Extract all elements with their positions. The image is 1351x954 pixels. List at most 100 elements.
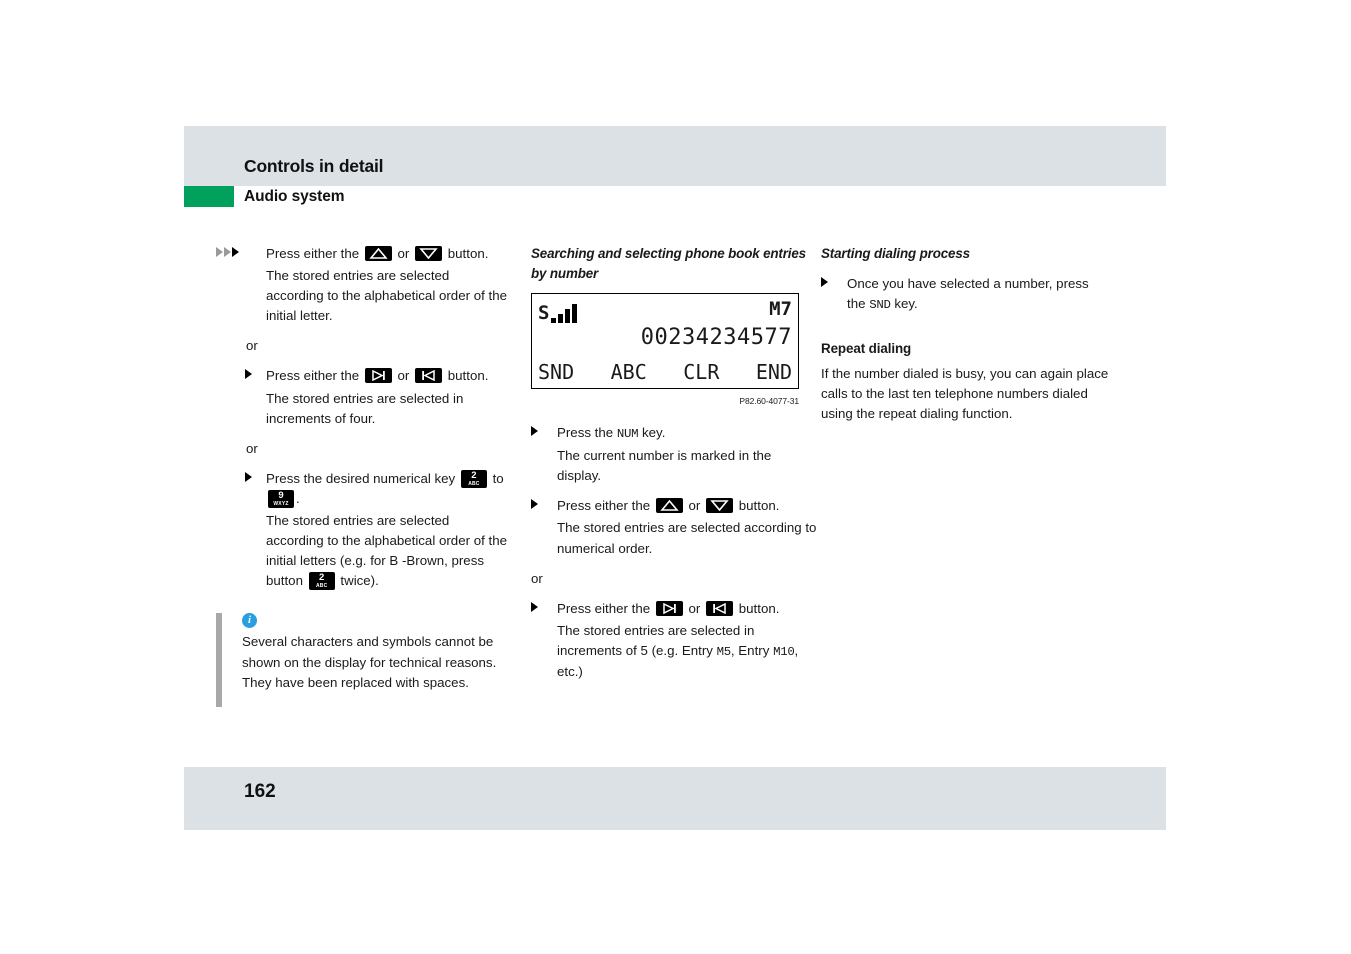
step-press-numeric-key: Press the desired numerical key 2 ABC to … xyxy=(216,469,508,509)
step-text-part-b: key. xyxy=(894,295,918,311)
numeric-key-2-icon[interactable]: 2 ABC xyxy=(308,572,335,591)
lcd-softkey-clr[interactable]: CLR xyxy=(683,360,719,384)
skip-forward-button-icon[interactable] xyxy=(655,600,683,616)
step-press-num-key: Press the NUM key. xyxy=(531,423,819,444)
chevron-solid-icon xyxy=(821,276,828,287)
step-text: Press the NUM key. xyxy=(557,423,819,444)
lcd-softkey-row: SND ABC CLR END xyxy=(538,360,792,384)
step-text: Press either the or button. xyxy=(557,496,819,516)
arrow-up-button-icon[interactable] xyxy=(655,498,683,514)
lcd-signal-letter: S xyxy=(538,302,550,324)
lcd-softkey-send[interactable]: SND xyxy=(538,360,574,384)
signal-bar-1-icon xyxy=(551,318,557,323)
numeric-key-digit: 2 xyxy=(319,572,325,584)
step-text: Press either the or button. xyxy=(266,244,508,264)
num-key-label: NUM xyxy=(616,427,639,442)
step-text-part-b: or xyxy=(688,600,701,616)
page-title: Controls in detail xyxy=(244,156,384,176)
entry-m5-label: M5 xyxy=(716,644,732,659)
lcd-signal-strength: S xyxy=(538,299,578,324)
step-text-part-a: Press either the xyxy=(557,600,651,616)
repeat-dialing-paragraph: If the number dialed is busy, you can ag… xyxy=(821,366,1109,422)
step-result-increments-four: The stored entries are selected in incre… xyxy=(266,390,464,426)
note-text: Several characters and symbols cannot be… xyxy=(242,634,497,690)
step-text-part-b: to xyxy=(492,470,504,486)
chevron-solid-icon xyxy=(531,426,538,437)
step-text-part-b: or xyxy=(397,368,410,384)
step-marker-double-chevron xyxy=(216,244,262,264)
lcd-display-figure: S M7 00234234577 SND ABC CLR END P82.60-… xyxy=(531,293,819,411)
step-result-alphabetical-letters: The stored entries are selected accordin… xyxy=(216,511,508,591)
step-text-part-b: or xyxy=(688,498,701,514)
step-text-part-a: Press either the xyxy=(266,246,360,261)
step-result-text-b: twice). xyxy=(340,573,379,589)
step-press-up-down-num: Press either the or button. xyxy=(531,496,819,516)
arrow-down-button-icon[interactable] xyxy=(706,498,734,514)
step-result-text-b: , Entry xyxy=(730,642,770,658)
note-box: i Several characters and symbols cannot … xyxy=(216,613,508,708)
lcd-softkey-end[interactable]: END xyxy=(756,360,792,384)
step-text-part-b: key. xyxy=(642,425,666,441)
step-text-part-c: button. xyxy=(738,498,780,514)
snd-key-label: SND xyxy=(869,297,891,312)
numeric-key-9-icon[interactable]: 9 WXYZ xyxy=(268,489,294,508)
info-circle-icon: i xyxy=(242,613,257,629)
skip-back-button-icon[interactable] xyxy=(706,600,734,616)
middle-heading: Searching and selecting phone book entri… xyxy=(531,246,806,281)
page-footer-band: 162 xyxy=(184,767,1166,830)
step-press-up-down: Press either the or button. xyxy=(216,244,508,264)
step-marker-chevron xyxy=(216,469,291,489)
or-separator-1: or xyxy=(246,338,258,354)
numeric-key-letters: ABC xyxy=(468,480,480,487)
step-marker-chevron xyxy=(216,366,291,386)
manual-page: Controls in detail Audio system Press ei… xyxy=(184,126,1166,830)
step-result-alphabetical: The stored entries are selected accordin… xyxy=(266,268,507,324)
right-column: Starting dialing process Once you have s… xyxy=(821,244,1109,426)
step-press-next-prev: Press either the or button. xyxy=(216,366,508,386)
step-text-part-b: or xyxy=(397,246,410,261)
step-result-text-a: The stored entries are selected accordin… xyxy=(266,513,507,589)
lcd-softkey-abc[interactable]: ABC xyxy=(611,360,647,384)
chevron-hollow-icon xyxy=(224,247,231,257)
numeric-key-letters: ABC xyxy=(315,583,328,590)
section-title: Audio system xyxy=(244,188,345,205)
lcd-status-row: S M7 xyxy=(538,299,792,323)
step-press-snd-key: Once you have selected a number, press t… xyxy=(821,274,1109,315)
or-separator-2: or xyxy=(246,440,258,456)
step-result-numerical-order: The stored entries are selected accordin… xyxy=(557,520,817,556)
step-result-current-number: The current number is marked in the disp… xyxy=(557,448,772,484)
chevron-solid-icon xyxy=(232,247,239,257)
step-text: Press either the or button. xyxy=(266,366,508,386)
chevron-solid-icon xyxy=(245,369,252,380)
right-heading-starting-dialing: Starting dialing process xyxy=(821,246,970,261)
skip-forward-button-icon[interactable] xyxy=(364,368,392,384)
step-text-part-c: button. xyxy=(738,600,780,616)
step-text-part-a: Press the xyxy=(557,425,614,441)
numeric-key-2-icon[interactable]: 2 ABC xyxy=(460,469,487,488)
step-text-part-c: button. xyxy=(447,246,489,261)
chevron-hollow-icon xyxy=(216,247,223,257)
arrow-up-button-icon[interactable] xyxy=(364,246,392,261)
middle-column: Searching and selecting phone book entri… xyxy=(531,244,819,684)
arrow-down-button-icon[interactable] xyxy=(415,246,443,261)
step-text-part-a: Press either the xyxy=(557,498,651,514)
step-text: Once you have selected a number, press t… xyxy=(847,274,1109,315)
note-side-bar xyxy=(216,613,222,708)
step-press-next-prev-num: Press either the or button. xyxy=(531,599,819,619)
entry-m10-label: M10 xyxy=(773,644,795,659)
chevron-solid-icon xyxy=(245,471,252,482)
step-result-increments-five: The stored entries are selected in incre… xyxy=(531,621,819,682)
or-separator-3: or xyxy=(531,570,543,586)
numeric-key-letters: WXYZ xyxy=(273,500,289,507)
numeric-key-digit: 2 xyxy=(471,469,477,481)
lcd-screen: S M7 00234234577 SND ABC CLR END xyxy=(531,293,799,389)
left-column: Press either the or button. The stored e… xyxy=(216,244,508,708)
step-text-part-a: Press the desired numerical key xyxy=(266,470,456,486)
step-marker-chevron xyxy=(531,423,553,443)
step-marker-chevron xyxy=(531,599,553,619)
step-text-part-c: button. xyxy=(447,368,489,384)
step-text: Press either the or button. xyxy=(557,599,819,619)
step-text-part-c: . xyxy=(296,490,300,506)
right-heading-repeat-dialing: Repeat dialing xyxy=(821,340,912,356)
skip-back-button-icon[interactable] xyxy=(415,368,443,384)
